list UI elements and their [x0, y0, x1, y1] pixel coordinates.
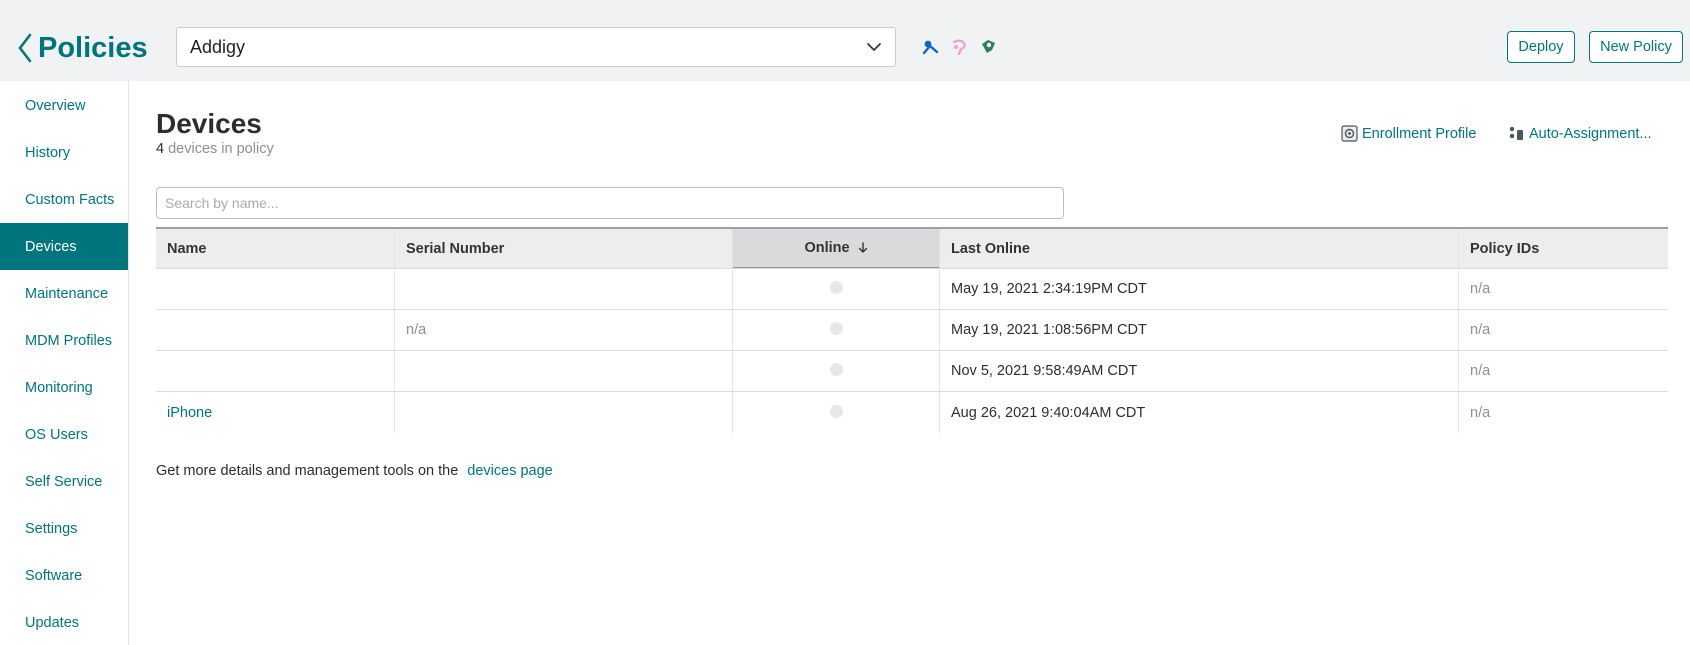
- serial-number-cell: [395, 392, 733, 433]
- table-row[interactable]: May 19, 2021 2:34:19PM CDT n/a: [156, 269, 1668, 310]
- auto-assignment-link[interactable]: Auto-Assignment...: [1508, 125, 1652, 142]
- top-bar: Policies Addigy Deploy New Policy: [0, 0, 1690, 81]
- devices-table: Name Serial Number Online Last Online Po…: [156, 227, 1668, 433]
- last-online-cell: Aug 26, 2021 9:40:04AM CDT: [940, 392, 1459, 433]
- serial-number-cell: [395, 269, 733, 309]
- online-cell: [733, 269, 940, 309]
- green-shield-icon[interactable]: [980, 38, 997, 55]
- device-name-cell[interactable]: [156, 310, 395, 350]
- deploy-button[interactable]: Deploy: [1507, 31, 1575, 63]
- devices-page-note-text: Get more details and management tools on…: [156, 463, 459, 479]
- offline-status-dot: [829, 281, 843, 294]
- sidebar-item-monitoring[interactable]: Monitoring: [0, 364, 128, 411]
- policy-ids-cell: n/a: [1470, 322, 1491, 338]
- online-cell: [733, 351, 940, 391]
- column-header-policy-ids[interactable]: Policy IDs: [1459, 229, 1668, 268]
- device-count-suffix: devices in policy: [168, 141, 274, 157]
- online-cell: [733, 392, 940, 433]
- chevron-left-icon: [18, 33, 32, 63]
- sidebar-item-settings[interactable]: Settings: [0, 505, 128, 552]
- online-cell: [733, 310, 940, 350]
- new-policy-button[interactable]: New Policy: [1589, 31, 1683, 63]
- offline-status-dot: [829, 322, 843, 335]
- device-count-subtitle: 4 devices in policy: [156, 141, 274, 157]
- column-header-name[interactable]: Name: [156, 229, 395, 268]
- page-section-title: Policies: [38, 31, 148, 64]
- last-online-cell: Nov 5, 2021 9:58:49AM CDT: [940, 351, 1459, 391]
- chevron-down-icon: [867, 43, 881, 51]
- table-row[interactable]: n/a May 19, 2021 1:08:56PM CDT n/a: [156, 310, 1668, 351]
- column-header-serial-number[interactable]: Serial Number: [395, 229, 733, 268]
- blue-status-icon[interactable]: [922, 38, 939, 55]
- enrollment-profile-link[interactable]: Enrollment Profile: [1341, 125, 1476, 142]
- offline-status-dot: [829, 363, 843, 376]
- last-online-cell: May 19, 2021 1:08:56PM CDT: [940, 310, 1459, 350]
- offline-status-dot: [829, 404, 843, 418]
- column-header-online-label: Online: [804, 240, 850, 256]
- sidebar-item-history[interactable]: History: [0, 129, 128, 176]
- sidebar-item-os-users[interactable]: OS Users: [0, 411, 128, 458]
- organization-select-value: Addigy: [190, 36, 246, 57]
- organization-select[interactable]: Addigy: [176, 27, 896, 67]
- serial-number-cell: n/a: [395, 310, 733, 350]
- column-header-last-online[interactable]: Last Online: [940, 229, 1459, 268]
- policy-ids-cell: n/a: [1470, 281, 1491, 297]
- devices-page-link[interactable]: devices page: [467, 463, 552, 479]
- sidebar-item-updates[interactable]: Updates: [0, 599, 128, 645]
- policy-ids-cell: n/a: [1470, 363, 1491, 379]
- sidebar-item-devices[interactable]: Devices: [0, 223, 128, 270]
- device-name-cell[interactable]: [156, 269, 395, 309]
- sidebar-item-overview[interactable]: Overview: [0, 82, 128, 129]
- serial-number-cell: [395, 351, 733, 391]
- back-to-policies-link[interactable]: Policies: [16, 28, 148, 68]
- sidebar-item-custom-facts[interactable]: Custom Facts: [0, 176, 128, 223]
- column-header-online[interactable]: Online: [733, 229, 940, 268]
- device-name-cell[interactable]: iPhone: [156, 392, 395, 433]
- device-name-cell[interactable]: [156, 351, 395, 391]
- last-online-cell: May 19, 2021 2:34:19PM CDT: [940, 269, 1459, 309]
- devices-page-note: Get more details and management tools on…: [156, 463, 553, 479]
- policy-sidebar: Overview History Custom Facts Devices Ma…: [0, 81, 129, 645]
- device-count: 4: [156, 141, 165, 157]
- page-title: Devices: [156, 108, 262, 139]
- policy-ids-cell: n/a: [1470, 404, 1491, 421]
- enrollment-profile-label: Enrollment Profile: [1362, 125, 1477, 142]
- table-row[interactable]: iPhone Aug 26, 2021 9:40:04AM CDT n/a: [156, 392, 1668, 433]
- table-row[interactable]: Nov 5, 2021 9:58:49AM CDT n/a: [156, 351, 1668, 392]
- auto-assignment-label: Auto-Assignment...: [1529, 125, 1652, 142]
- sidebar-item-mdm-profiles[interactable]: MDM Profiles: [0, 317, 128, 364]
- auto-assign-icon: [1509, 126, 1523, 140]
- policy-status-icons: [922, 38, 997, 56]
- sort-descending-icon: [858, 242, 867, 253]
- device-search-input[interactable]: [156, 187, 1064, 219]
- sidebar-item-maintenance[interactable]: Maintenance: [0, 270, 128, 317]
- sidebar-item-self-service[interactable]: Self Service: [0, 458, 128, 505]
- table-header: Name Serial Number Online Last Online Po…: [156, 229, 1668, 269]
- gear-box-icon: [1341, 125, 1358, 142]
- pink-status-icon[interactable]: [951, 38, 968, 56]
- sidebar-item-software[interactable]: Software: [0, 552, 128, 599]
